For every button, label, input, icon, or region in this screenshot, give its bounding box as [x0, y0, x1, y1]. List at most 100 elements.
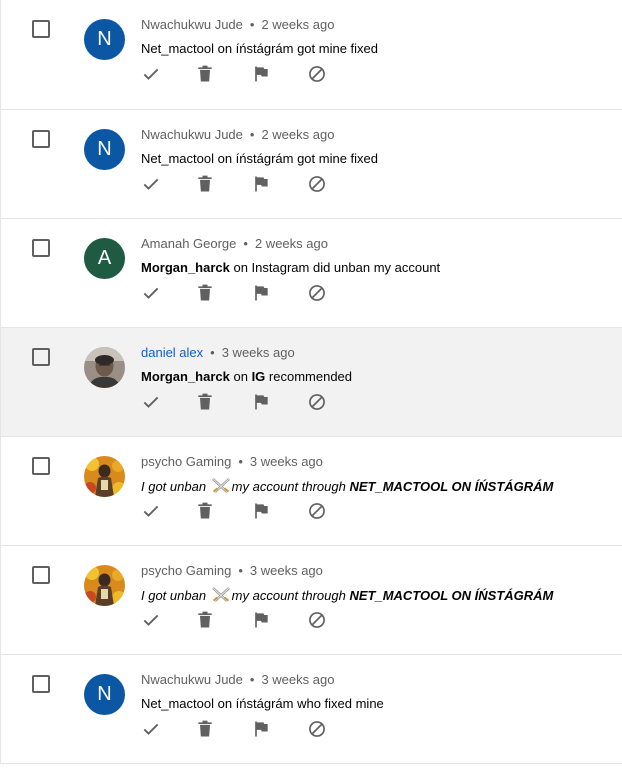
remove-button[interactable] [193, 608, 217, 632]
remove-button[interactable] [193, 390, 217, 414]
hide-user-button[interactable] [305, 281, 329, 305]
remove-button[interactable] [193, 281, 217, 305]
approve-button[interactable] [139, 499, 163, 523]
report-button[interactable] [249, 608, 273, 632]
comment-text: I got unban my account through NET_MACTO… [141, 478, 553, 494]
timestamp[interactable]: 2 weeks ago [255, 236, 328, 251]
comment-text: Net_mactool on íństágrám who fixed mine [141, 696, 384, 711]
avatar[interactable] [84, 456, 125, 497]
select-checkbox[interactable] [32, 566, 50, 584]
report-button[interactable] [249, 62, 273, 86]
report-button[interactable] [249, 390, 273, 414]
comment-text-part: my account through [231, 479, 350, 494]
author-name[interactable]: psycho Gaming [141, 563, 231, 578]
avatar[interactable] [84, 565, 125, 606]
comment-text-part: I got unban [141, 479, 210, 494]
select-checkbox[interactable] [32, 348, 50, 366]
avatar-letter: N [97, 28, 112, 50]
trash-icon [198, 175, 212, 192]
remove-button[interactable] [193, 62, 217, 86]
approve-button[interactable] [139, 172, 163, 196]
approve-button[interactable] [139, 608, 163, 632]
hide-user-button[interactable] [305, 390, 329, 414]
separator-dot: • [249, 17, 255, 32]
trash-icon [198, 720, 212, 737]
flag-icon [255, 721, 268, 737]
comment-text-bold: IG [251, 369, 266, 384]
trash-icon [198, 65, 212, 82]
check-icon [143, 68, 159, 80]
timestamp[interactable]: 3 weeks ago [261, 672, 334, 687]
author-name[interactable]: Nwachukwu Jude [141, 127, 243, 142]
game-character-avatar-icon [84, 565, 125, 606]
check-icon [143, 505, 159, 517]
author-name[interactable]: psycho Gaming [141, 454, 231, 469]
remove-button[interactable] [193, 717, 217, 741]
report-button[interactable] [249, 717, 273, 741]
check-icon [143, 287, 159, 299]
block-icon [309, 394, 325, 410]
select-checkbox[interactable] [32, 20, 50, 38]
approve-button[interactable] [139, 62, 163, 86]
game-character-avatar-icon [84, 456, 125, 497]
check-icon [143, 723, 159, 735]
approve-button[interactable] [139, 281, 163, 305]
author-name[interactable]: Nwachukwu Jude [141, 17, 243, 32]
comment-row: A Amanah George • 2 weeks ago Morgan_harck… [1, 219, 622, 328]
check-icon [143, 614, 159, 626]
trash-icon [198, 284, 212, 301]
approve-button[interactable] [139, 390, 163, 414]
select-checkbox[interactable] [32, 675, 50, 693]
avatar-letter: A [97, 247, 112, 269]
timestamp[interactable]: 3 weeks ago [250, 563, 323, 578]
comment-text: Morgan_harck on Instagram did unban my a… [141, 260, 440, 275]
separator-dot: • [238, 563, 243, 578]
report-button[interactable] [249, 499, 273, 523]
remove-button[interactable] [193, 172, 217, 196]
trash-icon [198, 611, 212, 628]
timestamp[interactable]: 3 weeks ago [250, 454, 323, 469]
flag-icon [255, 285, 268, 301]
comment-text: I got unban my account through NET_MACTO… [141, 587, 553, 603]
comment-meta: Nwachukwu Jude • 2 weeks ago [141, 127, 334, 142]
hide-user-button[interactable] [305, 608, 329, 632]
report-button[interactable] [249, 172, 273, 196]
select-checkbox[interactable] [32, 457, 50, 475]
comment-text-bold: Morgan_harck [141, 369, 230, 384]
comment-text: Net_mactool on íństágrám got mine fixed [141, 41, 378, 56]
timestamp[interactable]: 2 weeks ago [261, 127, 334, 142]
hide-user-button[interactable] [305, 717, 329, 741]
avatar[interactable]: N [84, 674, 125, 715]
author-name[interactable]: daniel alex [141, 345, 203, 360]
check-icon [143, 396, 159, 408]
timestamp[interactable]: 2 weeks ago [261, 17, 334, 32]
avatar[interactable] [84, 347, 125, 388]
author-name[interactable]: Amanah George [141, 236, 236, 251]
comment-text-part: Net_mactool on íństágrám got mine fixed [141, 151, 379, 166]
comment-text-part: Net_mactool on íństágrám who fixed mine [141, 696, 384, 711]
hide-user-button[interactable] [305, 62, 329, 86]
hide-user-button[interactable] [305, 499, 329, 523]
avatar[interactable]: N [84, 19, 125, 60]
trash-icon [198, 502, 212, 519]
avatar-letter: N [97, 683, 112, 705]
crossed-swords-icon [211, 478, 230, 493]
separator-dot: • [210, 345, 215, 360]
remove-button[interactable] [193, 499, 217, 523]
comment-row: N Nwachukwu Jude • 3 weeks ago Net_mactool… [1, 655, 622, 764]
hide-user-button[interactable] [305, 172, 329, 196]
avatar[interactable]: N [84, 129, 125, 170]
user-photo-icon [84, 347, 125, 388]
separator-dot: • [249, 127, 255, 142]
report-button[interactable] [249, 281, 273, 305]
select-checkbox[interactable] [32, 239, 50, 257]
timestamp[interactable]: 3 weeks ago [222, 345, 295, 360]
select-checkbox[interactable] [32, 130, 50, 148]
avatar[interactable]: A [84, 238, 125, 279]
approve-button[interactable] [139, 717, 163, 741]
block-icon [309, 285, 325, 301]
comment-meta: psycho Gaming • 3 weeks ago [141, 454, 323, 469]
author-name[interactable]: Nwachukwu Jude [141, 672, 243, 687]
flag-icon [255, 503, 268, 519]
flag-icon [255, 66, 268, 82]
